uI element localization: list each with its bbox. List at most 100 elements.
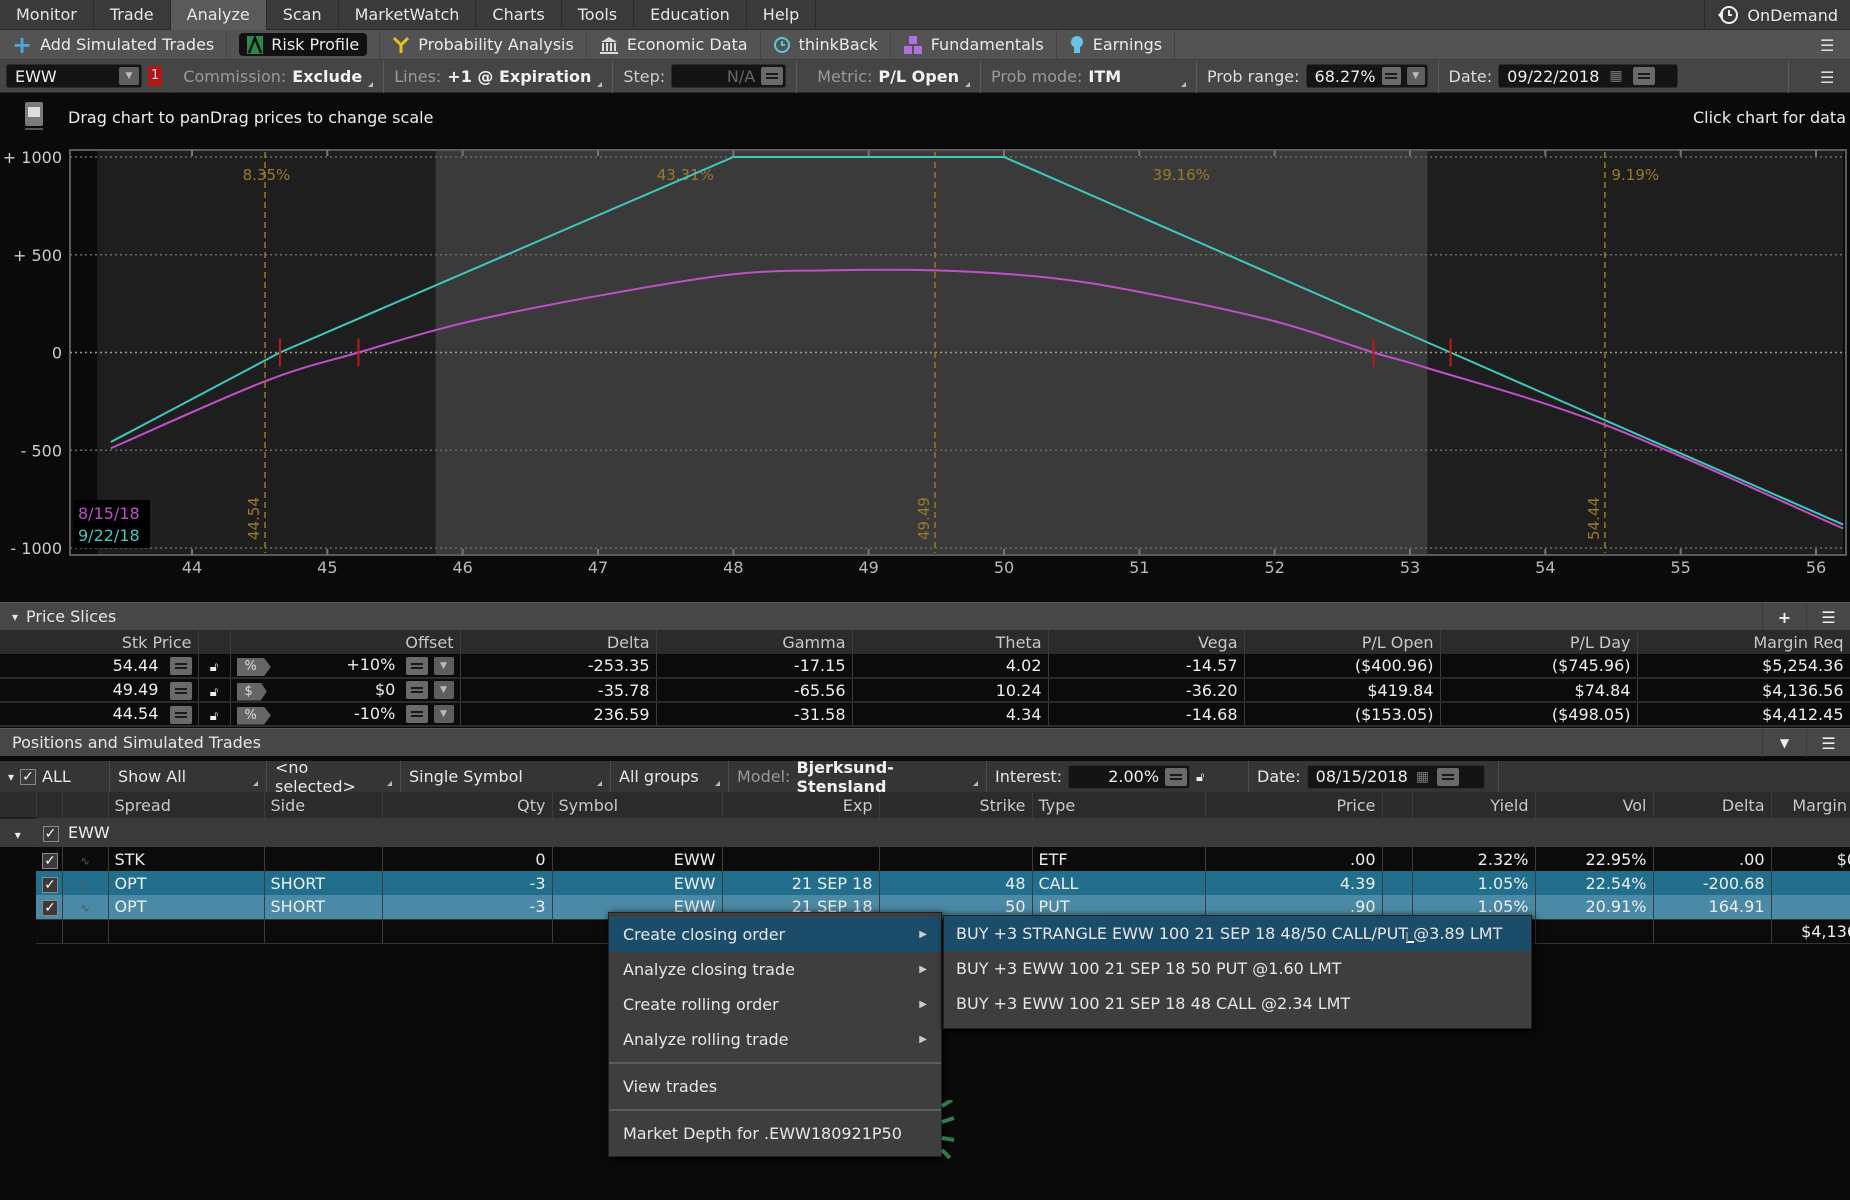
price-slice-row[interactable]: 54.44 🔓︎% +10% ▼ -253.35 -17.15 4.02 -14.57 ($… (0, 654, 1850, 679)
date-spinner-icon[interactable] (1632, 67, 1655, 85)
date-input[interactable]: 09/22/2018 ▦ (1498, 64, 1679, 88)
context-menu-item-create-rolling-order[interactable]: Create rolling order ▶ (609, 987, 941, 1022)
col-gamma[interactable]: Gamma (656, 630, 853, 654)
col-pl-open[interactable]: P/L Open (1244, 630, 1441, 654)
menu-analyze[interactable]: Analyze (170, 0, 267, 30)
price-slice-row[interactable]: 49.49 🔓︎ $ $0 ▼ -35.78 -65.56 10.24 -36.20 $419… (0, 678, 1850, 703)
price-slices-header[interactable]: ▾ Price Slices + ☰ (0, 602, 1850, 631)
qty-value[interactable]: 0 (382, 847, 553, 871)
context-menu-item-analyze-closing-trade[interactable]: Analyze closing trade ▶ (609, 952, 941, 987)
add-simulated-trades-button[interactable]: + Add Simulated Trades (0, 29, 228, 60)
offset-spinner-icon[interactable] (406, 681, 429, 699)
pos-date-input[interactable]: 08/15/2018 ▦ (1306, 764, 1485, 789)
menu-help[interactable]: Help (747, 0, 817, 30)
calendar-icon[interactable]: ▦ (1609, 68, 1622, 84)
prob-range-dropdown-icon[interactable]: ▼ (1406, 67, 1425, 85)
earnings-tab[interactable]: Earnings (1057, 29, 1176, 60)
qty-value[interactable]: -3 (382, 871, 553, 895)
unlock-icon[interactable]: 🔓︎ (208, 660, 220, 675)
step-input[interactable]: N/A (671, 64, 787, 88)
offset-dropdown-icon[interactable]: ▼ (433, 681, 454, 699)
show-filter-dropdown[interactable]: Show All (110, 761, 267, 792)
price-slices-menu-icon[interactable]: ☰ (1806, 603, 1850, 631)
col-offset[interactable]: Offset (230, 630, 461, 654)
offset-value[interactable]: -10% (354, 704, 395, 723)
metric-selector[interactable]: Metric: P/L Open (797, 59, 981, 93)
col-qty[interactable]: Qty (382, 792, 553, 818)
collapse-chevron-icon[interactable]: ▾ (12, 610, 18, 624)
menu-monitor[interactable]: Monitor (0, 0, 94, 30)
col-delta[interactable]: Delta (460, 630, 657, 654)
controls-menu-icon[interactable] (1820, 68, 1840, 84)
interest-input[interactable]: 2.00% (1068, 764, 1191, 789)
prob-mode-selector[interactable]: Prob mode: ITM (981, 59, 1197, 93)
menu-scan[interactable]: Scan (267, 0, 339, 30)
collapse-chevron-icon[interactable]: ▾ (8, 770, 14, 784)
selection-dropdown[interactable]: <no selected> (267, 758, 401, 796)
commission-selector[interactable]: Commission: Exclude (173, 59, 385, 93)
model-dropdown[interactable]: Model: Bjerksund-Stensland (729, 758, 987, 796)
groups-dropdown[interactable]: All groups (611, 761, 729, 792)
offset-dropdown-icon[interactable]: ▼ (433, 656, 454, 675)
col-yield[interactable]: Yield (1412, 792, 1536, 818)
qty-value[interactable]: -3 (382, 895, 553, 919)
context-menu-item-create-closing-order[interactable]: Create closing order ▶ (609, 917, 941, 952)
menu-trade[interactable]: Trade (94, 0, 171, 30)
thinkback-tab[interactable]: thinkBack (761, 29, 891, 60)
pos-date-spinner-icon[interactable] (1437, 767, 1460, 786)
col-strike[interactable]: Strike (879, 792, 1033, 818)
position-row[interactable]: ✓∿STK0EWWETF.002.32%22.95%.00$0.00 (0, 847, 1850, 871)
positions-menu-icon[interactable]: ☰ (1806, 729, 1850, 757)
position-checkbox[interactable]: ✓ (42, 900, 58, 917)
collapse-chevron-icon[interactable]: ▾ (15, 828, 21, 842)
col-margin-req[interactable]: Margin Req (1771, 792, 1850, 818)
symbol-mode-dropdown[interactable]: Single Symbol (401, 761, 611, 792)
col-spread[interactable]: Spread (108, 792, 265, 818)
col-vol[interactable]: Vol (1535, 792, 1654, 818)
submenu-item-call[interactable]: BUY +3 EWW 100 21 SEP 18 48 CALL @2.34 L… (944, 986, 1531, 1021)
context-menu-item-analyze-rolling-trade[interactable]: Analyze rolling trade ▶ (609, 1022, 941, 1057)
risk-profile-chart[interactable]: 8.35% 43.31% 39.16% 9.19% + 1000+ 5000- 500… (0, 143, 1850, 598)
price-slice-row[interactable]: 44.54 🔓︎% -10% ▼ 236.59 -31.58 4.34 -14.68 ($1… (0, 702, 1850, 727)
col-margin-req[interactable]: Margin Req (1637, 630, 1850, 654)
positions-header[interactable]: Positions and Simulated Trades ▼ ☰ (0, 728, 1850, 757)
offset-spinner-icon[interactable] (406, 705, 429, 723)
risk-profile-tab[interactable]: Risk Profile (227, 29, 381, 60)
submenu-item-put[interactable]: BUY +3 EWW 100 21 SEP 18 50 PUT @1.60 LM… (944, 951, 1531, 986)
col-exp[interactable]: Exp (722, 792, 880, 818)
group-checkbox[interactable]: ✓ (42, 826, 59, 842)
menu-education[interactable]: Education (634, 0, 747, 30)
offset-dropdown-icon[interactable]: ▼ (433, 705, 454, 723)
unlock-icon[interactable]: 🔓︎ (208, 709, 220, 724)
interest-spinner-icon[interactable] (1165, 767, 1188, 786)
offset-value[interactable]: +10% (346, 655, 395, 674)
position-row[interactable]: ✓ ∿ OPT SHORT -3 EWW 21 SEP 18 48 CALL 4.39 1.05% 2… (0, 871, 1850, 895)
collapse-all-icon[interactable]: ▼ (1762, 729, 1806, 757)
col-side[interactable]: Side (264, 792, 383, 818)
probability-analysis-tab[interactable]: Probability Analysis (380, 29, 587, 60)
context-menu-item-view-trades[interactable]: View trades (609, 1069, 941, 1104)
symbol-dropdown-icon[interactable]: ▼ (119, 67, 139, 85)
col-type[interactable]: Type (1032, 792, 1206, 818)
offset-unit-toggle[interactable]: % (236, 658, 271, 676)
step-spinner-icon[interactable] (761, 67, 784, 85)
col-pl-day[interactable]: P/L Day (1440, 630, 1638, 654)
position-checkbox[interactable]: ✓ (42, 876, 58, 893)
menu-marketwatch[interactable]: MarketWatch (339, 0, 477, 30)
economic-data-tab[interactable]: Economic Data (587, 29, 761, 60)
select-all-checkbox[interactable]: ✓ (20, 768, 37, 785)
submenu-item-strangle[interactable]: BUY +3 STRANGLE EWW 100 21 SEP 18 48/50 … (944, 916, 1531, 951)
fundamentals-tab[interactable]: Fundamentals (891, 29, 1057, 60)
lines-selector[interactable]: Lines: +1 @ Expiration (384, 59, 614, 93)
chart-mode-icon[interactable] (24, 101, 44, 131)
menu-tools[interactable]: Tools (562, 0, 635, 30)
stk-price-spinner-icon[interactable] (169, 705, 192, 724)
menu-charts[interactable]: Charts (476, 0, 562, 30)
offset-spinner-icon[interactable] (406, 656, 429, 675)
calendar-icon[interactable]: ▦ (1416, 769, 1429, 785)
col-symbol[interactable]: Symbol (552, 792, 723, 818)
ondemand-button[interactable]: OnDemand (1704, 0, 1850, 30)
col-theta[interactable]: Theta (852, 630, 1049, 654)
unlock-icon[interactable]: 🔓︎ (208, 685, 220, 700)
col-delta[interactable]: Delta (1653, 792, 1772, 818)
